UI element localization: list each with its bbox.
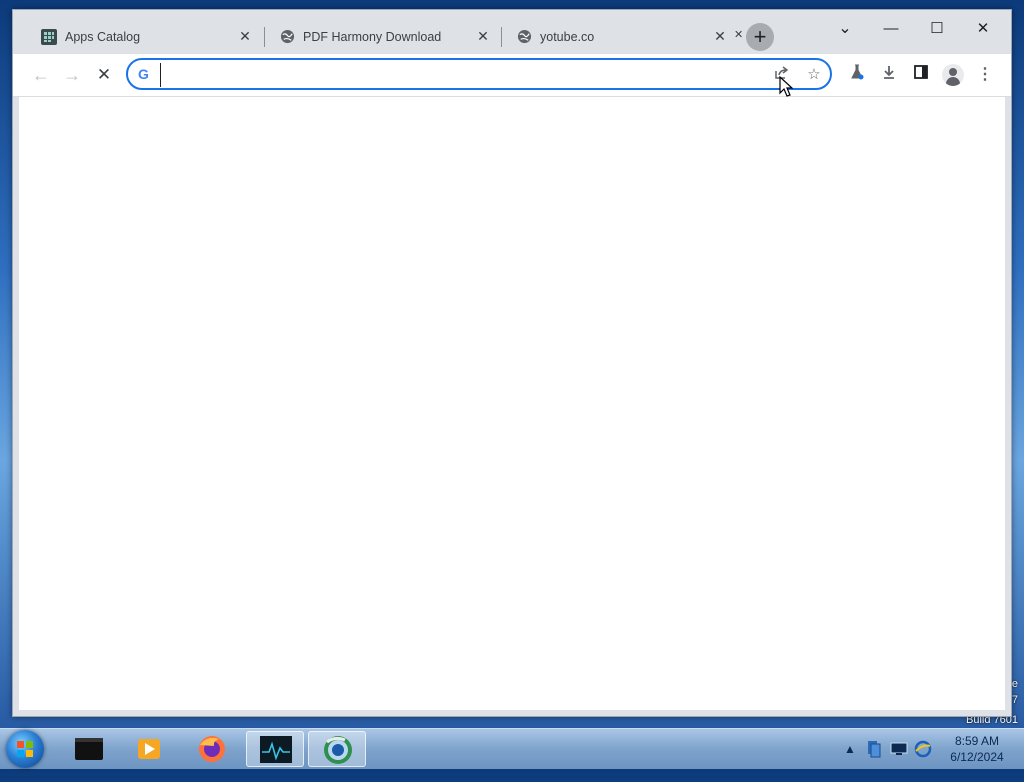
minimize-button[interactable]: —	[868, 14, 914, 44]
tab-title: PDF Harmony Download	[303, 29, 442, 44]
stop-loading-icon[interactable]: ✕	[92, 63, 116, 87]
apps-grid-icon	[41, 28, 57, 45]
page-content-blank	[19, 97, 1005, 710]
network-tray-icon[interactable]	[866, 740, 882, 780]
new-tab-button[interactable]: +	[746, 23, 774, 51]
tab-apps-catalog[interactable]: Apps Catalog ✕	[27, 21, 263, 52]
desktop-text-fragment: 7	[1011, 694, 1018, 706]
windows-logo-icon	[17, 741, 33, 757]
tab-pdf-harmony-download[interactable]: PDF Harmony Download ✕	[265, 21, 501, 52]
taskbar: ▲ 8:59 AM 6/12/2024	[0, 728, 1024, 769]
tab-title: Apps Catalog	[65, 29, 141, 44]
tab-search-button[interactable]: ⌄	[822, 14, 868, 44]
browser-toolbar: ← → ✕ G ☆ ⋮	[13, 54, 1011, 97]
side-panel-icon[interactable]	[910, 64, 932, 86]
clock-date: 6/12/2024	[950, 750, 1004, 764]
ie-tray-icon[interactable]	[914, 740, 932, 780]
download-icon[interactable]	[878, 64, 900, 86]
clock-time: 8:59 AM	[954, 734, 1000, 748]
taskbar-app-chrome[interactable]	[308, 731, 366, 767]
tab-title: yotube.co	[540, 29, 595, 44]
mouse-cursor-icon	[779, 76, 793, 97]
forward-arrow-icon[interactable]: →	[60, 63, 84, 87]
taskbar-app-firefox[interactable]	[183, 731, 241, 767]
show-hidden-icons-button[interactable]: ▲	[844, 742, 856, 782]
close-tab-icon[interactable]: ✕	[712, 28, 728, 45]
address-bar[interactable]: G ☆	[126, 58, 832, 90]
browser-window: Apps Catalog ✕ PDF Harmony Download ✕ yo…	[12, 9, 1012, 717]
back-arrow-icon[interactable]: ←	[29, 63, 53, 87]
tab-strip: Apps Catalog ✕ PDF Harmony Download ✕ yo…	[13, 10, 1011, 54]
desktop-text-fragment: e	[1011, 678, 1018, 690]
globe-icon	[516, 29, 532, 45]
google-logo-icon: G	[138, 66, 149, 82]
system-clock[interactable]: 8:59 AM 6/12/2024	[940, 733, 1014, 765]
display-tray-icon[interactable]	[890, 742, 908, 782]
maximize-button[interactable]: ☐	[914, 14, 960, 44]
address-input[interactable]	[160, 63, 765, 87]
start-button[interactable]	[6, 730, 44, 768]
close-window-button[interactable]: ✕	[960, 14, 1006, 44]
tab-overflow-close-icon[interactable]: ✕	[734, 28, 743, 41]
close-tab-icon[interactable]: ✕	[237, 28, 253, 45]
bookmark-star-icon[interactable]: ☆	[804, 65, 824, 85]
taskbar-app-cmd[interactable]	[60, 731, 118, 767]
tab-yotube[interactable]: yotube.co ✕	[502, 21, 738, 52]
taskbar-app-media-player[interactable]	[120, 731, 178, 767]
labs-flask-icon[interactable]	[846, 64, 868, 86]
close-tab-icon[interactable]: ✕	[475, 28, 491, 45]
taskbar-app-monitor[interactable]	[246, 731, 304, 767]
globe-icon	[279, 29, 295, 45]
menu-kebab-icon[interactable]: ⋮	[974, 64, 996, 86]
profile-avatar-icon[interactable]	[942, 64, 964, 86]
